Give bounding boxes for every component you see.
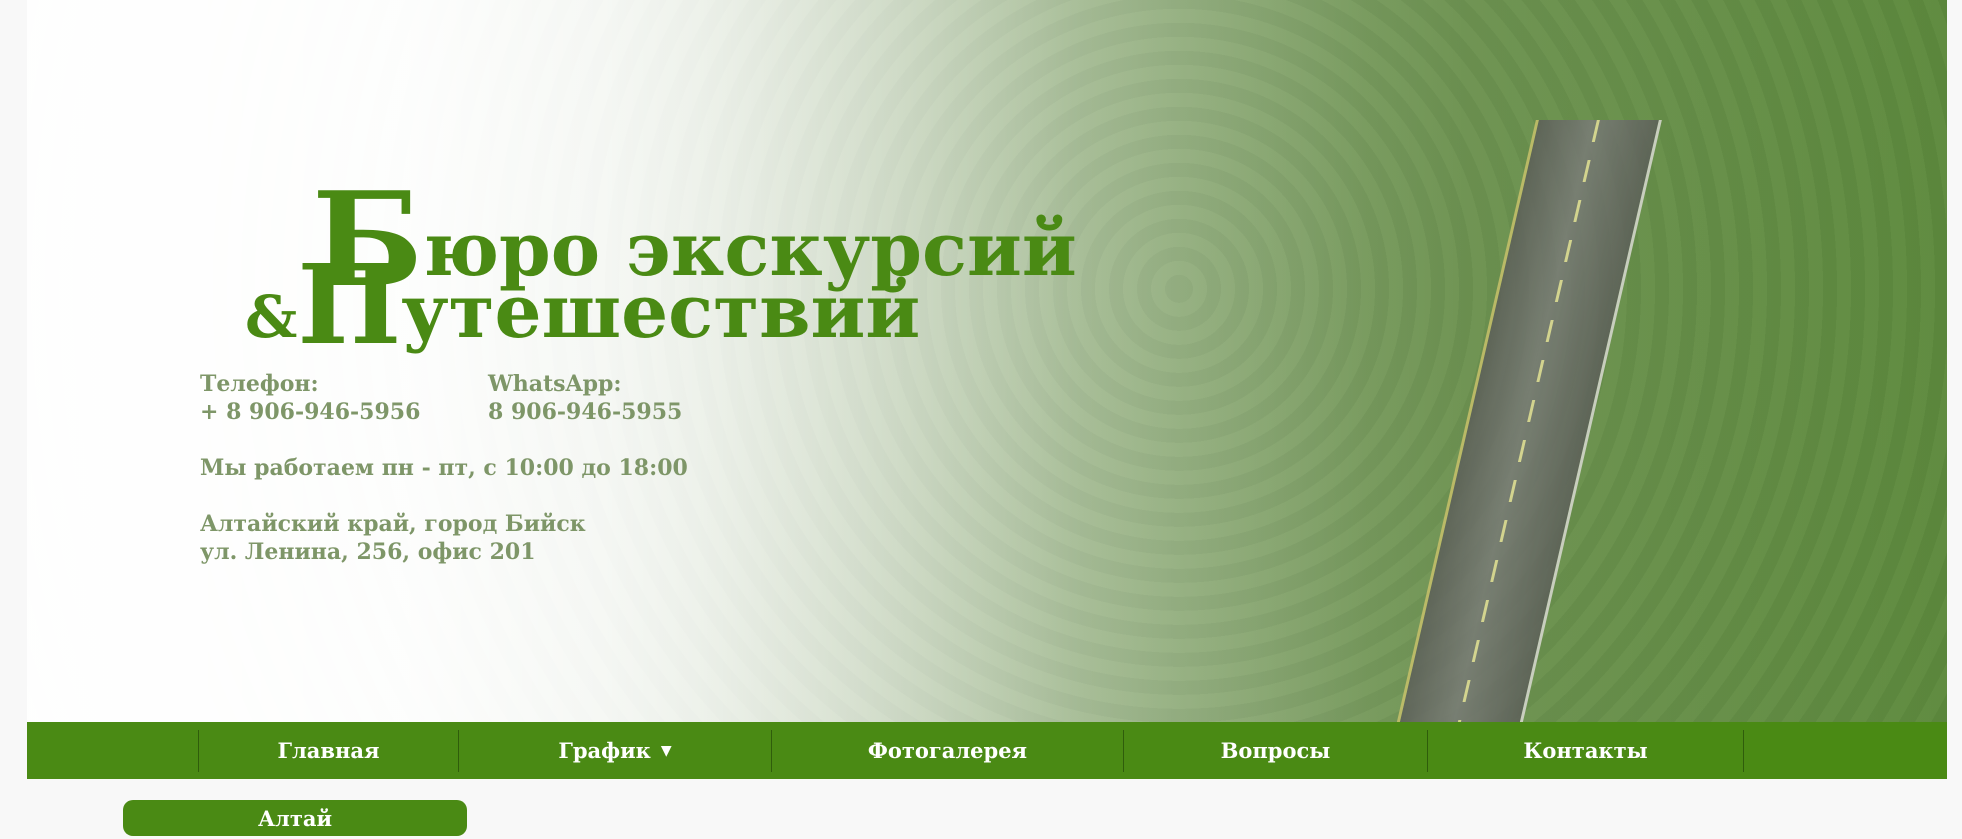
phone-value[interactable]: + 8 906-946-5956	[200, 398, 420, 426]
nav-item-home[interactable]: Главная	[199, 722, 458, 779]
whatsapp-block: WhatsApp: 8 906-946-5955	[488, 370, 682, 426]
nav-item-questions[interactable]: Вопросы	[1124, 722, 1427, 779]
nav-item-contacts[interactable]: Контакты	[1428, 722, 1743, 779]
address-line-1: Алтайский край, город Бийск	[200, 511, 586, 537]
address-block: Алтайский край, город Бийск ул. Ленина, …	[200, 510, 586, 566]
title-line-2-text: утешествий	[401, 269, 921, 355]
hero-banner: Бюро экскурсий &Путешествий Телефон: + 8…	[27, 0, 1947, 722]
phone-block: Телефон: + 8 906-946-5956	[200, 370, 420, 426]
nav-item-label: Главная	[277, 738, 380, 763]
nav-item-schedule[interactable]: График ▼	[459, 722, 771, 779]
address-line-2: ул. Ленина, 256, офис 201	[200, 539, 536, 565]
caret-down-icon: ▼	[660, 742, 672, 759]
nav-item-label: Контакты	[1523, 738, 1648, 763]
nav-item-label: График	[558, 738, 651, 763]
submenu-item-altai[interactable]: Алтай	[123, 800, 467, 836]
title-line-2: &Путешествий	[245, 250, 920, 360]
main-navigation: Главная График ▼ Фотогалерея Вопросы Кон…	[27, 722, 1947, 779]
nav-item-label: Фотогалерея	[867, 738, 1028, 763]
working-hours: Мы работаем пн - пт, с 10:00 до 18:00	[200, 455, 688, 481]
nav-divider	[1743, 730, 1744, 772]
whatsapp-label: WhatsApp:	[488, 371, 622, 397]
title-cap-letter-2: П	[297, 240, 402, 369]
whatsapp-value[interactable]: 8 906-946-5955	[488, 398, 682, 426]
phone-label: Телефон:	[200, 371, 319, 397]
title-ampersand: &	[245, 283, 298, 351]
nav-item-label: Вопросы	[1220, 738, 1331, 763]
nav-item-gallery[interactable]: Фотогалерея	[772, 722, 1123, 779]
